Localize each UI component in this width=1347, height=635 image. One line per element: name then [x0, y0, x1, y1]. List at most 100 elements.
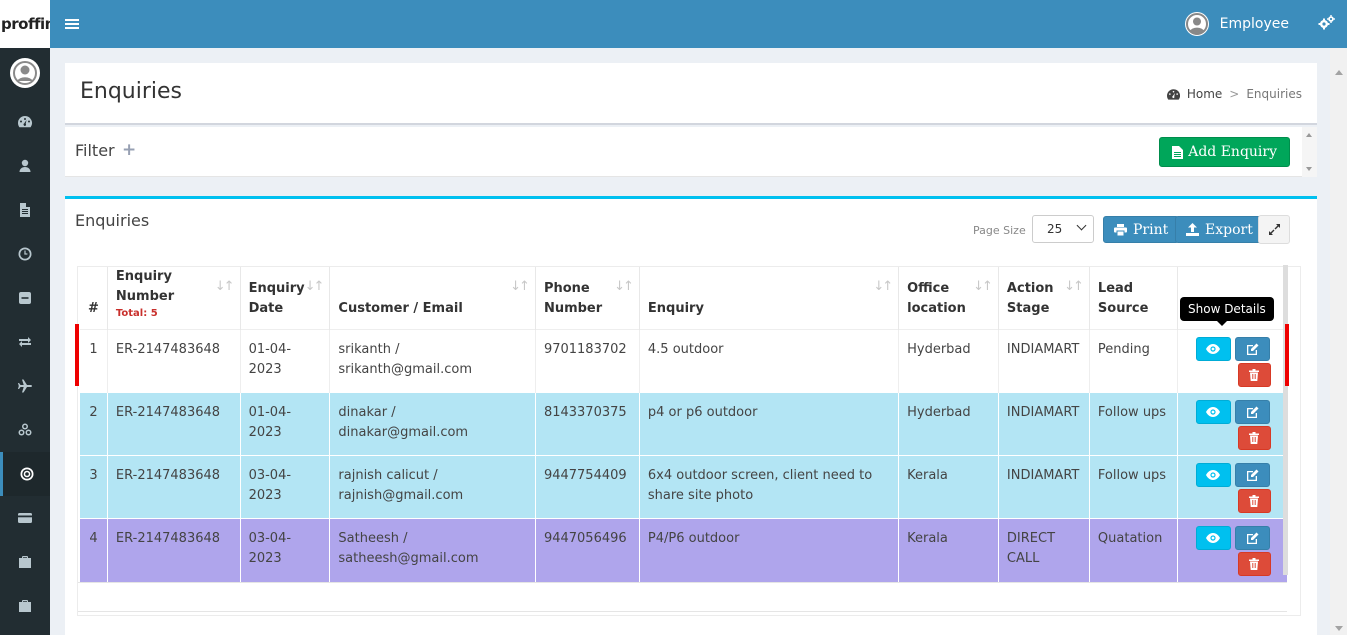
sidebar-avatar-icon[interactable] — [10, 58, 40, 88]
enquiry-number: ER-2147483648 — [107, 392, 241, 456]
view-button[interactable] — [1195, 400, 1231, 424]
user-menu[interactable]: Employee — [1184, 12, 1289, 36]
view-button[interactable] — [1195, 337, 1231, 361]
table-row[interactable]: 1 ER-2147483648 01-04-2023 srikanth / sr… — [80, 329, 1289, 393]
sidebar-item-briefcase-1[interactable] — [0, 540, 50, 584]
enquiry-date: 01-04-2023 — [240, 329, 331, 393]
edit-button[interactable] — [1234, 463, 1270, 487]
sort-icon[interactable]: ↓↑ — [973, 277, 993, 297]
sidebar-item-minus[interactable] — [0, 276, 50, 320]
breadcrumb-home[interactable]: Home — [1187, 87, 1222, 101]
edit-button[interactable] — [1234, 337, 1270, 361]
delete-button[interactable] — [1237, 363, 1271, 387]
total-count: Total: 5 — [115, 308, 158, 319]
page-title: Enquiries — [80, 79, 183, 104]
view-button[interactable] — [1195, 463, 1231, 487]
column-header-customer[interactable]: Customer / Email ↓↑ — [329, 267, 536, 330]
filter-scrollbar[interactable] — [1302, 127, 1317, 177]
scroll-down-icon[interactable] — [1335, 626, 1343, 631]
table-row[interactable]: 3 ER-2147483648 03-04-2023 rajnish calic… — [80, 455, 1289, 519]
scroll-up-icon[interactable] — [1335, 70, 1343, 75]
column-header-enquiry-number[interactable]: Enquiry Number Total: 5 ↓↑ — [107, 267, 241, 330]
sort-icon[interactable]: ↓↑ — [1064, 277, 1084, 297]
print-button[interactable]: Print — [1103, 216, 1180, 243]
view-button[interactable] — [1195, 526, 1231, 550]
table-row[interactable]: 2 ER-2147483648 01-04-2023 dinakar / din… — [80, 392, 1289, 456]
lead-source: Follow ups — [1089, 455, 1178, 519]
top-navbar: Employee — [50, 0, 1347, 48]
sidebar-item-document[interactable] — [0, 188, 50, 232]
fullscreen-button[interactable] — [1258, 215, 1290, 244]
user-icon — [19, 159, 31, 172]
column-header-phone[interactable]: Phone Number ↓↑ — [535, 267, 640, 330]
sidebar-item-clock[interactable] — [0, 232, 50, 276]
sidebar-item-exchange[interactable] — [0, 320, 50, 364]
scroll-up-icon[interactable] — [1306, 133, 1312, 137]
page-size-select[interactable]: 25 — [1032, 215, 1094, 243]
row-number: 3 — [80, 455, 108, 519]
file-icon — [1172, 145, 1184, 159]
minus-square-icon — [19, 292, 31, 304]
sort-icon[interactable]: ↓↑ — [215, 277, 235, 297]
delete-button[interactable] — [1237, 426, 1271, 450]
sidebar-item-plane[interactable] — [0, 364, 50, 408]
row-actions — [1177, 329, 1289, 393]
page-size-label: Page Size — [973, 224, 1026, 237]
enquiry-number: ER-2147483648 — [107, 455, 241, 519]
column-header-enquiry[interactable]: Enquiry ↓↑ — [639, 267, 900, 330]
customer-email: Satheesh / satheesh@gmail.com — [329, 518, 536, 582]
table-row[interactable]: 4 ER-2147483648 03-04-2023 Satheesh / sa… — [80, 518, 1289, 582]
gears-icon[interactable] — [1318, 15, 1335, 34]
expand-icon — [1268, 224, 1280, 235]
upload-icon — [1186, 223, 1199, 236]
user-avatar-icon — [1184, 12, 1209, 36]
trash-icon — [1249, 495, 1260, 507]
sort-icon[interactable]: ↓↑ — [510, 277, 530, 297]
sidebar-item-cubes[interactable] — [0, 408, 50, 452]
edit-icon — [1246, 532, 1259, 544]
sidebar-item-dashboard[interactable] — [0, 100, 50, 144]
filter-title[interactable]: Filter — [75, 141, 115, 160]
phone-number: 9447754409 — [535, 455, 640, 519]
column-header-enquiry-date[interactable]: Enquiry Date ↓↑ — [240, 267, 331, 330]
column-header-office[interactable]: Office location ↓↑ — [898, 267, 999, 330]
enquiries-table: # Enquiry Number Total: 5 ↓↑ Enquiry Date ↓↑… — [80, 267, 1289, 582]
row-actions — [1177, 518, 1289, 582]
sort-icon[interactable]: ↓↑ — [873, 277, 893, 297]
sort-icon[interactable]: ↓↑ — [614, 277, 634, 297]
export-button[interactable]: Export — [1175, 216, 1264, 243]
add-enquiry-label: Add Enquiry — [1188, 144, 1277, 160]
sidebar-item-credit-card[interactable] — [0, 496, 50, 540]
phone-number: 9447056496 — [535, 518, 640, 582]
sidebar-item-user[interactable] — [0, 144, 50, 188]
delete-button[interactable] — [1237, 552, 1271, 576]
sidebar-item-briefcase-2[interactable] — [0, 584, 50, 628]
hamburger-menu-icon[interactable] — [65, 17, 79, 31]
column-header-action-stage[interactable]: Action Stage ↓↑ — [998, 267, 1090, 330]
filter-expand-icon[interactable]: + — [122, 140, 136, 160]
row-highlight-marker — [1285, 324, 1289, 386]
trash-icon — [1249, 432, 1260, 444]
page-scrollbar[interactable] — [1330, 48, 1347, 635]
clock-icon — [18, 247, 32, 261]
lead-source: Follow ups — [1089, 392, 1178, 456]
app-logo[interactable]: proffin — [0, 0, 50, 48]
lead-source: Pending — [1089, 329, 1178, 393]
row-actions — [1177, 455, 1289, 519]
sort-icon[interactable]: ↓↑ — [305, 277, 325, 297]
sidebar-item-bullseye[interactable] — [0, 452, 50, 496]
edit-button[interactable] — [1234, 400, 1270, 424]
add-enquiry-button[interactable]: Add Enquiry — [1159, 137, 1290, 167]
enquiries-table-wrapper: # Enquiry Number Total: 5 ↓↑ Enquiry Date ↓↑… — [77, 266, 1301, 616]
bullseye-icon — [20, 467, 33, 481]
lead-source: Quatation — [1089, 518, 1178, 582]
trash-icon — [1249, 558, 1260, 570]
office-location: Hyderbad — [898, 329, 999, 393]
edit-button[interactable] — [1234, 526, 1270, 550]
breadcrumb-separator: > — [1229, 87, 1240, 101]
page-header: Enquiries Home > Enquiries — [65, 63, 1317, 125]
enquiry-text: 4.5 outdoor — [639, 329, 900, 393]
scroll-down-icon[interactable] — [1306, 167, 1312, 171]
delete-button[interactable] — [1237, 489, 1271, 513]
chevron-down-icon — [1076, 220, 1087, 231]
